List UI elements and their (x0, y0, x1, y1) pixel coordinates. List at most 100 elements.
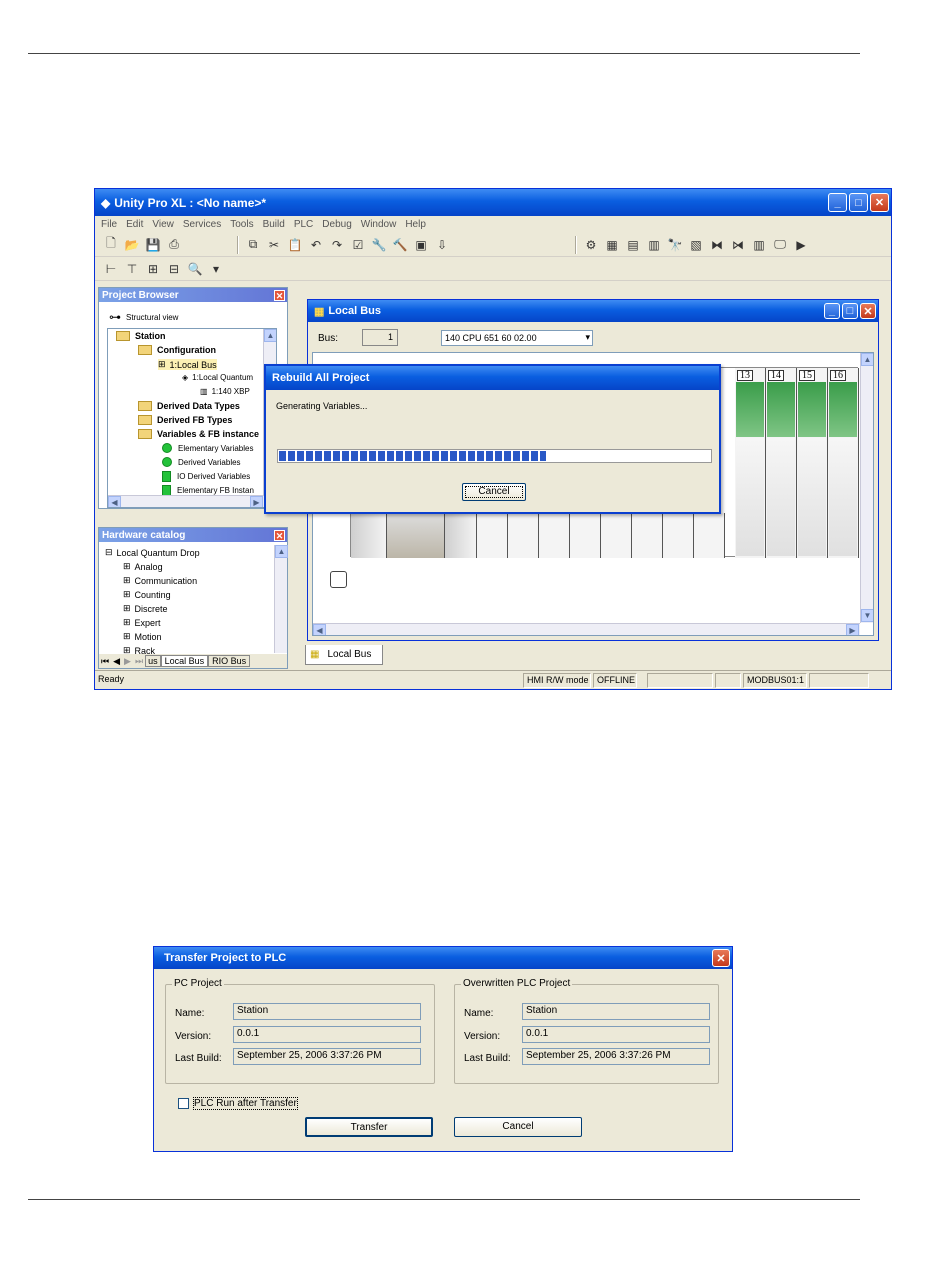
tree-local-quantum[interactable]: ◈ 1:Local Quantum (182, 373, 253, 382)
maximize-icon[interactable]: □ (842, 303, 858, 319)
plc-run-checkbox-row[interactable]: PLC Run after Transfer (178, 1097, 298, 1110)
catalog-analog[interactable]: ⊞ Analog (123, 561, 163, 572)
rack-slot[interactable] (508, 513, 539, 558)
rack-slot[interactable] (570, 513, 601, 558)
close-icon[interactable]: ✕ (870, 193, 889, 212)
cancel-button[interactable]: Cancel (454, 1117, 582, 1137)
import-icon[interactable]: ⇩ (434, 237, 450, 253)
tree-station[interactable]: Station (116, 331, 166, 341)
plc-run-checkbox[interactable] (178, 1098, 189, 1109)
columns-icon[interactable]: ⊞ (145, 261, 161, 277)
catalog-root[interactable]: ⊟ Local Quantum Drop (105, 547, 200, 558)
tab-nav-first-icon[interactable]: ⏮ (101, 656, 109, 667)
catalog-expert[interactable]: ⊞ Expert (123, 617, 161, 628)
rack-slot[interactable] (632, 513, 663, 558)
save-icon[interactable]: 💾 (145, 237, 161, 253)
calendar-icon[interactable]: ▦ (604, 237, 620, 253)
tab-nav-last-icon[interactable]: ⏭ (135, 656, 143, 667)
tree-xbp[interactable]: ▥ 1:140 XBP (200, 387, 250, 396)
tree-elementary-variables[interactable]: Elementary Variables (162, 443, 253, 453)
scroll-right-icon[interactable]: ▶ (250, 496, 263, 507)
tab-us[interactable]: us (145, 655, 161, 667)
menu-plc[interactable]: PLC (294, 219, 313, 230)
catalog-counting[interactable]: ⊞ Counting (123, 589, 171, 600)
rack-slot[interactable] (694, 513, 725, 558)
menu-help[interactable]: Help (405, 219, 426, 230)
rack-hscroll[interactable]: ◀ ▶ (313, 623, 860, 635)
rack-slot-13[interactable]: 13 (735, 368, 766, 558)
tree-variables[interactable]: Variables & FB instance (138, 429, 259, 439)
rack-slot[interactable] (477, 513, 508, 558)
tree-derived-data-types[interactable]: Derived Data Types (138, 401, 240, 411)
copy-icon[interactable]: ⧉ (245, 237, 261, 253)
open-icon[interactable]: 📂 (124, 237, 140, 253)
tree-local-bus[interactable]: ⊞ 1:Local Bus (158, 359, 217, 370)
tree-derived-fb-types[interactable]: Derived FB Types (138, 415, 232, 425)
close-icon[interactable]: ✕ (274, 289, 285, 301)
tab-nav-next-icon[interactable]: ▶ (124, 656, 131, 667)
menu-edit[interactable]: Edit (126, 219, 143, 230)
new-icon[interactable]: 🗋 (103, 236, 119, 253)
rack-icon[interactable]: ▥ (751, 237, 767, 253)
cpu-select[interactable]: 140 CPU 651 60 02.00 ▾ (441, 330, 593, 346)
scroll-up-icon[interactable]: ▲ (264, 329, 276, 342)
menu-view[interactable]: View (152, 219, 174, 230)
build-icon[interactable]: 🔨 (392, 237, 408, 253)
tab-nav-prev-icon[interactable]: ◀ (113, 656, 120, 667)
structural-view-button[interactable]: ⊶ Structural view (109, 310, 178, 324)
rows-icon[interactable]: ⊟ (166, 261, 182, 277)
scroll-right-icon[interactable]: ▶ (846, 624, 859, 635)
bus-number-field[interactable]: 1 (362, 329, 398, 346)
scroll-left-icon[interactable]: ◀ (313, 624, 326, 635)
menu-build[interactable]: Build (263, 219, 285, 230)
catalog-vscroll[interactable]: ▲ (274, 545, 288, 653)
tree-configuration[interactable]: Configuration (138, 345, 216, 355)
menu-window[interactable]: Window (361, 219, 397, 230)
rack-slot[interactable] (539, 513, 570, 558)
document-icon[interactable]: ▧ (688, 237, 704, 253)
chevron-down-icon[interactable]: ▾ (208, 261, 224, 277)
check-icon[interactable]: ☑ (350, 237, 366, 253)
print-icon[interactable]: ⎙ (166, 237, 182, 253)
link-icon[interactable]: ⧓ (709, 237, 725, 253)
tab-local-bus-document[interactable]: ▦ Local Bus (305, 645, 383, 665)
menu-debug[interactable]: Debug (322, 219, 351, 230)
catalog-communication[interactable]: ⊞ Communication (123, 575, 197, 586)
undo-icon[interactable]: ↶ (308, 237, 324, 253)
catalog-motion[interactable]: ⊞ Motion (123, 631, 162, 642)
menu-tools[interactable]: Tools (230, 219, 253, 230)
cpu-module[interactable] (387, 513, 445, 558)
redo-icon[interactable]: ↷ (329, 237, 345, 253)
chevron-down-icon[interactable]: ▾ (585, 332, 590, 343)
minimize-icon[interactable]: _ (824, 303, 840, 319)
io-module[interactable] (445, 513, 477, 558)
connect-icon[interactable]: ⚙ (583, 237, 599, 253)
grid-icon[interactable]: ▤ (625, 237, 641, 253)
close-icon[interactable]: ✕ (274, 529, 285, 541)
menu-file[interactable]: File (101, 219, 117, 230)
scroll-down-icon[interactable]: ▼ (861, 609, 873, 622)
binoculars-icon[interactable]: 🔭 (667, 237, 683, 253)
rack-slot-16[interactable]: 16 (828, 368, 859, 558)
analyze-icon[interactable]: 🔧 (371, 237, 387, 253)
table-icon[interactable]: ▥ (646, 237, 662, 253)
close-icon[interactable]: ✕ (860, 303, 876, 319)
menu-services[interactable]: Services (183, 219, 221, 230)
hierarchy-icon[interactable]: ⊤ (124, 261, 140, 277)
rebuild-cancel-button[interactable]: Cancel (462, 483, 526, 501)
unlink-icon[interactable]: ⧒ (730, 237, 746, 253)
rack-vscroll[interactable]: ▲ ▼ (860, 353, 873, 623)
minimize-icon[interactable]: _ (828, 193, 847, 212)
rack-slot-15[interactable]: 15 (797, 368, 828, 558)
screen-icon[interactable]: ▣ (413, 237, 429, 253)
tab-rio-bus[interactable]: RIO Bus (208, 655, 251, 667)
transfer-titlebar[interactable]: Transfer Project to PLC ✕ (154, 947, 732, 969)
tree-icon[interactable]: ⊢ (103, 261, 119, 277)
tree-derived-variables[interactable]: Derived Variables (162, 457, 241, 467)
bus-connector[interactable] (330, 571, 347, 588)
local-bus-titlebar[interactable]: ▦ Local Bus _ □ ✕ (308, 300, 878, 322)
scroll-up-icon[interactable]: ▲ (275, 545, 288, 558)
close-icon[interactable]: ✕ (712, 949, 730, 967)
tab-local-bus[interactable]: Local Bus (160, 655, 209, 667)
power-supply-module[interactable] (351, 513, 387, 558)
